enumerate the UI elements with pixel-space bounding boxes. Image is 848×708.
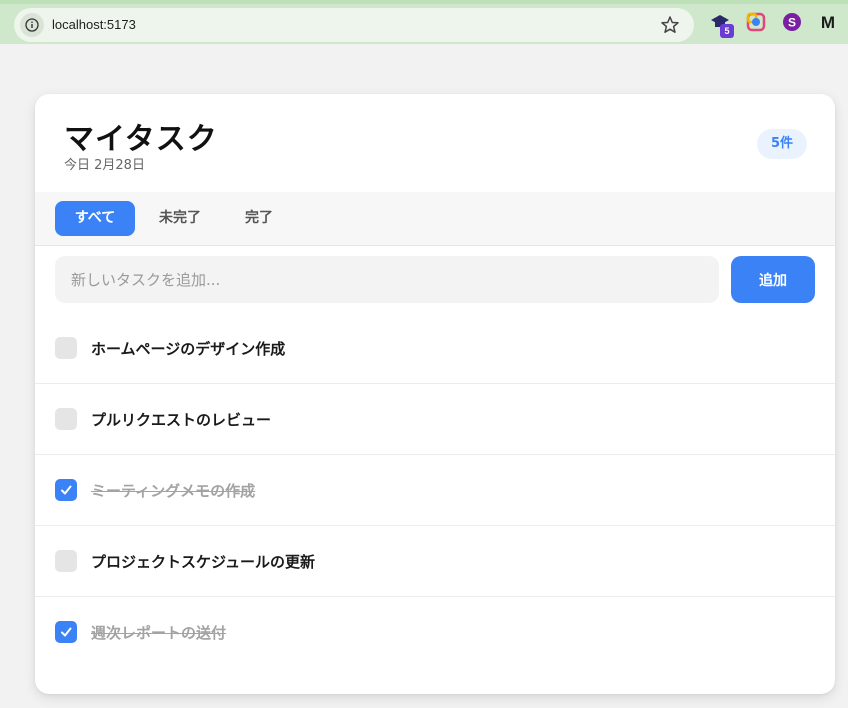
list-item: プルリクエストのレビュー [35,384,835,455]
extension-badge: 5 [720,24,734,38]
new-task-input[interactable] [55,256,719,303]
checkmark-icon [61,627,72,637]
task-text: ミーティングメモの作成 [91,482,256,500]
svg-text:S: S [788,16,796,30]
task-text: ホームページのデザイン作成 [91,340,286,358]
tab-completed[interactable]: 完了 [233,201,285,236]
task-text: プロジェクトスケジュールの更新 [91,553,315,571]
task-checkbox[interactable] [55,337,77,359]
extension-color-icon[interactable] [746,12,766,32]
extension-s-icon[interactable]: S [782,12,802,32]
url-text[interactable]: localhost:5173 [52,17,136,32]
tab-incomplete[interactable]: 未完了 [147,201,213,236]
address-bar[interactable]: localhost:5173 [14,8,694,42]
task-card: マイタスク 今日 2月28日 5件 すべて 未完了 完了 追加 ホームページのデ… [35,94,835,694]
list-item: プロジェクトスケジュールの更新 [35,526,835,597]
info-icon[interactable] [20,13,44,37]
list-item: ミーティングメモの作成 [35,455,835,526]
list-item: 週次レポートの送付 [35,597,835,668]
svg-text:M: M [821,13,835,32]
task-count-badge: 5件 [757,129,807,159]
browser-toolbar: localhost:5173 5 S M [0,0,848,44]
bookmark-star-icon[interactable] [660,15,680,35]
add-task-button[interactable]: 追加 [731,256,815,303]
task-checkbox[interactable] [55,408,77,430]
checkmark-icon [61,485,72,495]
extension-m-icon[interactable]: M [818,12,838,32]
filter-tabs: すべて 未完了 完了 [35,192,835,246]
date-label: 今日 2月28日 [64,158,145,173]
page-title: マイタスク [64,122,218,157]
task-checkbox[interactable] [55,621,77,643]
task-text: 週次レポートの送付 [91,624,227,642]
list-item: ホームページのデザイン作成 [35,313,835,384]
task-list: ホームページのデザイン作成 プルリクエストのレビュー ミーティングメモの作成 プ… [35,313,835,668]
task-checkbox[interactable] [55,550,77,572]
tab-all[interactable]: すべて [55,201,135,236]
task-text: プルリクエストのレビュー [91,411,272,429]
task-checkbox[interactable] [55,479,77,501]
